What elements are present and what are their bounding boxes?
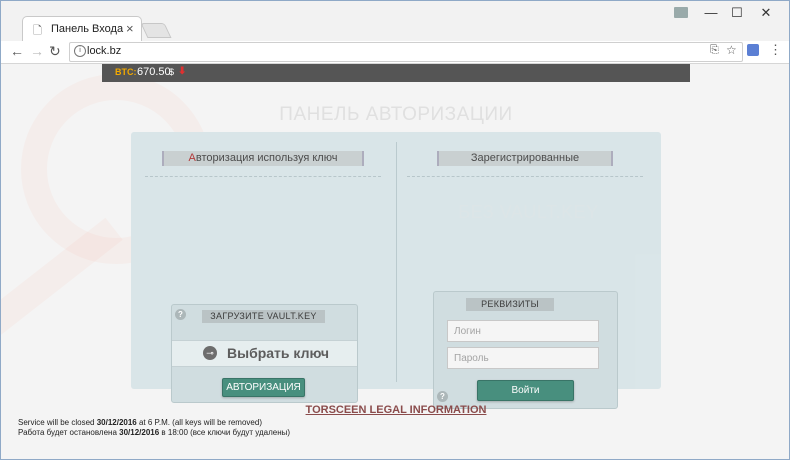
title-bar: 🗋 Панель Входа × — ☐ ✕ bbox=[1, 1, 789, 42]
auth-panel: Авторизация используя ключ ? ЗАГРУЗИТЕ V… bbox=[131, 132, 661, 409]
translate-icon[interactable]: ⎘ bbox=[710, 44, 719, 57]
notice-ru-prefix: Работа будет остановлена bbox=[18, 428, 120, 437]
notice-ru-date: 30/12/2016 bbox=[119, 428, 160, 437]
tab-title: Панель Входа bbox=[51, 23, 124, 35]
right-dashed-divider bbox=[407, 176, 643, 177]
legal-information-link[interactable]: TORSCEEN LEGAL INFORMATION bbox=[1, 404, 789, 416]
password-input[interactable] bbox=[447, 347, 599, 369]
browser-tab[interactable]: 🗋 Панель Входа × bbox=[22, 16, 142, 42]
minimize-button[interactable]: — bbox=[698, 5, 724, 20]
extension-icon[interactable] bbox=[747, 44, 759, 56]
url-text: lock.bz bbox=[87, 45, 122, 57]
forward-arrow-icon[interactable]: → bbox=[30, 43, 44, 59]
choose-key-button[interactable]: ⊸ Выбрать ключ bbox=[172, 340, 357, 367]
new-tab-button[interactable] bbox=[140, 23, 172, 38]
key-upload-box: ? ЗАГРУЗИТЕ VAULT.KEY ⊸ Выбрать ключ АВТ… bbox=[171, 304, 358, 403]
btc-label: BTC: bbox=[115, 67, 137, 77]
btc-rate-bar: BTC: 670.50 $ ⬇ bbox=[102, 64, 690, 82]
address-bar[interactable]: i lock.bz ⎘ ☆ bbox=[69, 42, 743, 62]
notice-en-prefix: Service will be closed bbox=[18, 418, 97, 427]
panel-divider bbox=[396, 142, 397, 382]
bookmark-star-icon[interactable]: ☆ bbox=[726, 43, 737, 57]
browser-toolbar: ← → ↻ i lock.bz ⎘ ☆ ⋮ bbox=[1, 41, 789, 64]
left-dashed-divider bbox=[145, 176, 381, 177]
page-content: BTC: 670.50 $ ⬇ ПАНЕЛЬ АВТОРИЗАЦИИ Автор… bbox=[1, 64, 789, 459]
key-icon: ⊸ bbox=[203, 346, 217, 360]
tab-close-icon[interactable]: × bbox=[126, 21, 134, 36]
back-arrow-icon[interactable]: ← bbox=[10, 43, 24, 59]
authorize-button[interactable]: АВТОРИЗАЦИЯ bbox=[222, 378, 305, 397]
notice-en-date: 30/12/2016 bbox=[96, 418, 137, 427]
login-button[interactable]: Войти bbox=[477, 380, 574, 401]
requisites-label: РЕКВИЗИТЫ bbox=[466, 298, 554, 311]
title-rest: вторизация используя ключ bbox=[195, 152, 338, 164]
page-title: ПАНЕЛЬ АВТОРИЗАЦИИ bbox=[279, 104, 513, 125]
profile-icon[interactable] bbox=[674, 7, 688, 18]
menu-dots-icon[interactable]: ⋮ bbox=[769, 42, 782, 58]
notice-ru-suffix: в 18:00 (все ключи будут удалены) bbox=[159, 428, 291, 437]
page-icon: 🗋 bbox=[33, 25, 42, 37]
key-auth-title: Авторизация используя ключ bbox=[162, 151, 364, 166]
registered-title: Зарегистрированные bbox=[437, 151, 613, 166]
close-window-button[interactable]: ✕ bbox=[753, 5, 779, 21]
browser-window: 🗋 Панель Входа × — ☐ ✕ ← → ↻ i lock.bz ⎘… bbox=[0, 0, 790, 460]
credentials-box: РЕКВИЗИТЫ ? Войти bbox=[433, 291, 618, 409]
reload-icon[interactable]: ↻ bbox=[49, 43, 61, 60]
upload-vault-key-label: ЗАГРУЗИТЕ VAULT.KEY bbox=[202, 310, 325, 323]
btc-currency: $ bbox=[169, 67, 175, 77]
btc-value: 670.50 bbox=[137, 66, 171, 78]
help-icon[interactable]: ? bbox=[437, 391, 448, 402]
help-icon[interactable]: ? bbox=[175, 309, 186, 320]
closure-notice-en: Service will be closed 30/12/2016 at 6 P… bbox=[18, 418, 262, 427]
without-vault-key-label: БЕЗ VAULT.KEY bbox=[458, 202, 599, 222]
maximize-button[interactable]: ☐ bbox=[724, 5, 750, 21]
closure-notice-ru: Работа будет остановлена 30/12/2016 в 18… bbox=[18, 428, 290, 437]
choose-key-label: Выбрать ключ bbox=[227, 345, 330, 361]
arrow-down-icon: ⬇ bbox=[178, 66, 187, 77]
title-first-letter: А bbox=[188, 152, 196, 164]
login-input[interactable] bbox=[447, 320, 599, 342]
info-icon[interactable]: i bbox=[74, 45, 86, 57]
notice-en-suffix: at 6 P.M. (all keys will be removed) bbox=[136, 418, 262, 427]
